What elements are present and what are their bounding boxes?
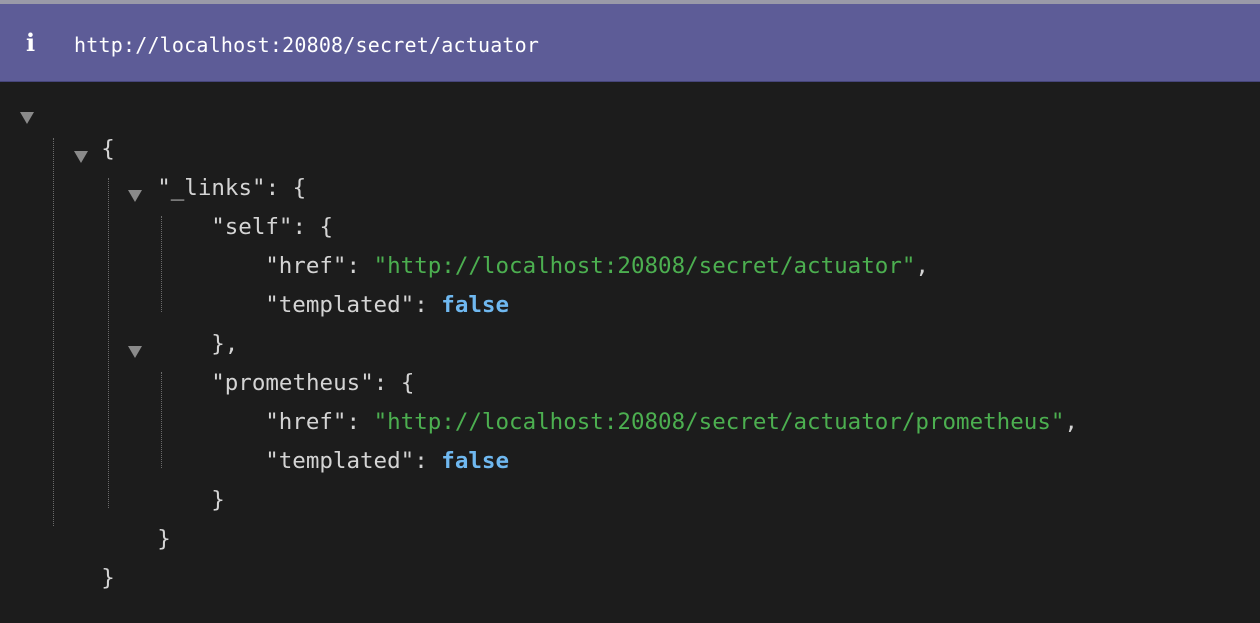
json-key-templated: "templated": [265, 448, 415, 474]
json-line-self-templated: "templated": false: [211, 260, 509, 350]
json-key-templated: "templated": [265, 292, 415, 318]
json-value-prometheus-templated: false: [441, 448, 510, 474]
collapse-toggle-links[interactable]: [74, 151, 88, 163]
info-icon[interactable]: i: [26, 29, 35, 57]
colon: :: [414, 448, 442, 474]
comma: ,: [1064, 409, 1078, 435]
json-line-root-close: }: [47, 533, 115, 623]
json-value-self-templated: false: [441, 292, 510, 318]
collapse-toggle-prometheus[interactable]: [128, 346, 142, 358]
url-bar: i http://localhost:20808/secret/actuator: [0, 0, 1260, 82]
collapse-toggle-root[interactable]: [20, 112, 34, 124]
brace-close: }: [211, 487, 225, 513]
url-text[interactable]: http://localhost:20808/secret/actuator: [74, 31, 539, 59]
brace-close: }: [157, 526, 171, 552]
brace-close: }: [101, 565, 115, 591]
indent-guide: [53, 138, 54, 526]
comma: ,: [915, 253, 929, 279]
json-line-prometheus-templated: "templated": false: [211, 416, 509, 506]
json-viewer: { "_links": { "self": { "href": "http://…: [0, 82, 1260, 608]
collapse-toggle-self[interactable]: [128, 190, 142, 202]
colon: :: [414, 292, 442, 318]
